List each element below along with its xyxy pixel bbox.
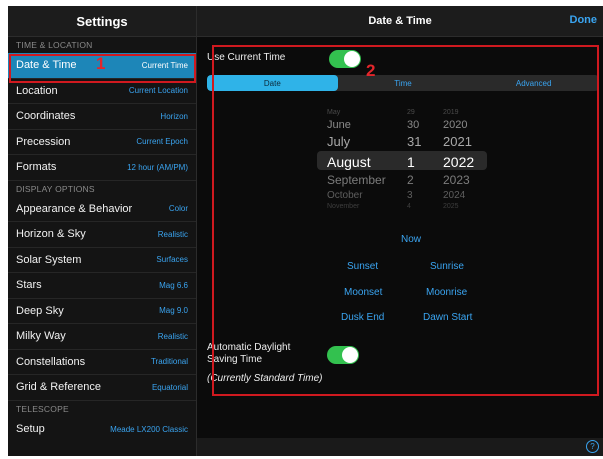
sidebar-item-setup[interactable]: Setup Meade LX200 Classic [8,417,196,443]
section-time-location: TIME & LOCATION [16,40,93,50]
sidebar-item-value: Realistic [157,229,188,239]
annotation-box-2 [212,45,599,396]
sidebar-item-value: Current Epoch [136,137,188,147]
sidebar-item-stars[interactable]: Stars Mag 6.6 [8,273,196,299]
sidebar-item-deep-sky[interactable]: Deep Sky Mag 9.0 [8,299,196,324]
sidebar-item-precession[interactable]: Precession Current Epoch [8,130,196,155]
sidebar-item-value: Color [168,204,188,214]
sidebar-item-label: Precession [16,135,71,148]
sidebar-item-label: Formats [16,161,57,174]
section-display-options: DISPLAY OPTIONS [16,183,95,194]
sidebar-item-label: Coordinates [16,110,76,123]
done-button[interactable]: Done [570,14,598,26]
sidebar-header: Settings [8,6,196,37]
sidebar-item-label: Milky Way [16,330,66,343]
sidebar-item-label: Deep Sky [16,304,64,317]
sidebar-item-value: Realistic [157,331,188,341]
sidebar-item-appearance[interactable]: Appearance & Behavior Color [8,197,196,222]
main-header: Date & Time Done [197,6,603,37]
sidebar-item-value: Traditional [150,357,188,367]
sidebar-item-label: Grid & Reference [16,381,101,394]
sidebar-item-label: Solar System [16,253,82,266]
annotation-marker-2: 2 [366,61,376,80]
sidebar-item-grid-reference[interactable]: Grid & Reference Equatorial [8,375,196,401]
sidebar-item-label: Horizon & Sky [16,228,86,241]
sidebar-item-formats[interactable]: Formats 12 hour (AM/PM) [8,155,196,181]
sidebar-item-label: Appearance & Behavior [16,202,133,215]
page-title: Date & Time [368,15,432,27]
sidebar-item-value: Horizon [160,111,188,121]
sidebar-item-constellations[interactable]: Constellations Traditional [8,350,196,375]
sidebar-item-label: Setup [16,423,45,436]
section-telescope: TELESCOPE [16,403,69,414]
sidebar-item-value: Equatorial [151,382,188,392]
sidebar-item-horizon-sky[interactable]: Horizon & Sky Realistic [8,222,196,248]
sidebar-item-value: Mag 6.6 [159,280,188,290]
sidebar-item-label: Location [16,84,58,97]
annotation-marker-1: 1 [96,54,106,73]
sidebar-item-value: Current Location [128,86,188,96]
sidebar-item-label: Stars [16,279,42,292]
bottom-toolbar [197,438,603,456]
sidebar-title: Settings [76,13,128,29]
sidebar-item-label: Constellations [16,355,86,368]
sidebar-item-value: Mag 9.0 [159,306,188,316]
sidebar-item-coordinates[interactable]: Coordinates Horizon [8,104,196,130]
sidebar-item-value: Meade LX200 Classic [110,424,188,434]
sidebar-item-value: Surfaces [156,255,188,265]
help-icon[interactable]: ? [586,440,599,453]
sidebar-item-milky-way[interactable]: Milky Way Realistic [8,324,196,350]
sidebar-item-value: 12 hour (AM/PM) [127,162,188,172]
sidebar-item-solar-system[interactable]: Solar System Surfaces [8,248,196,273]
